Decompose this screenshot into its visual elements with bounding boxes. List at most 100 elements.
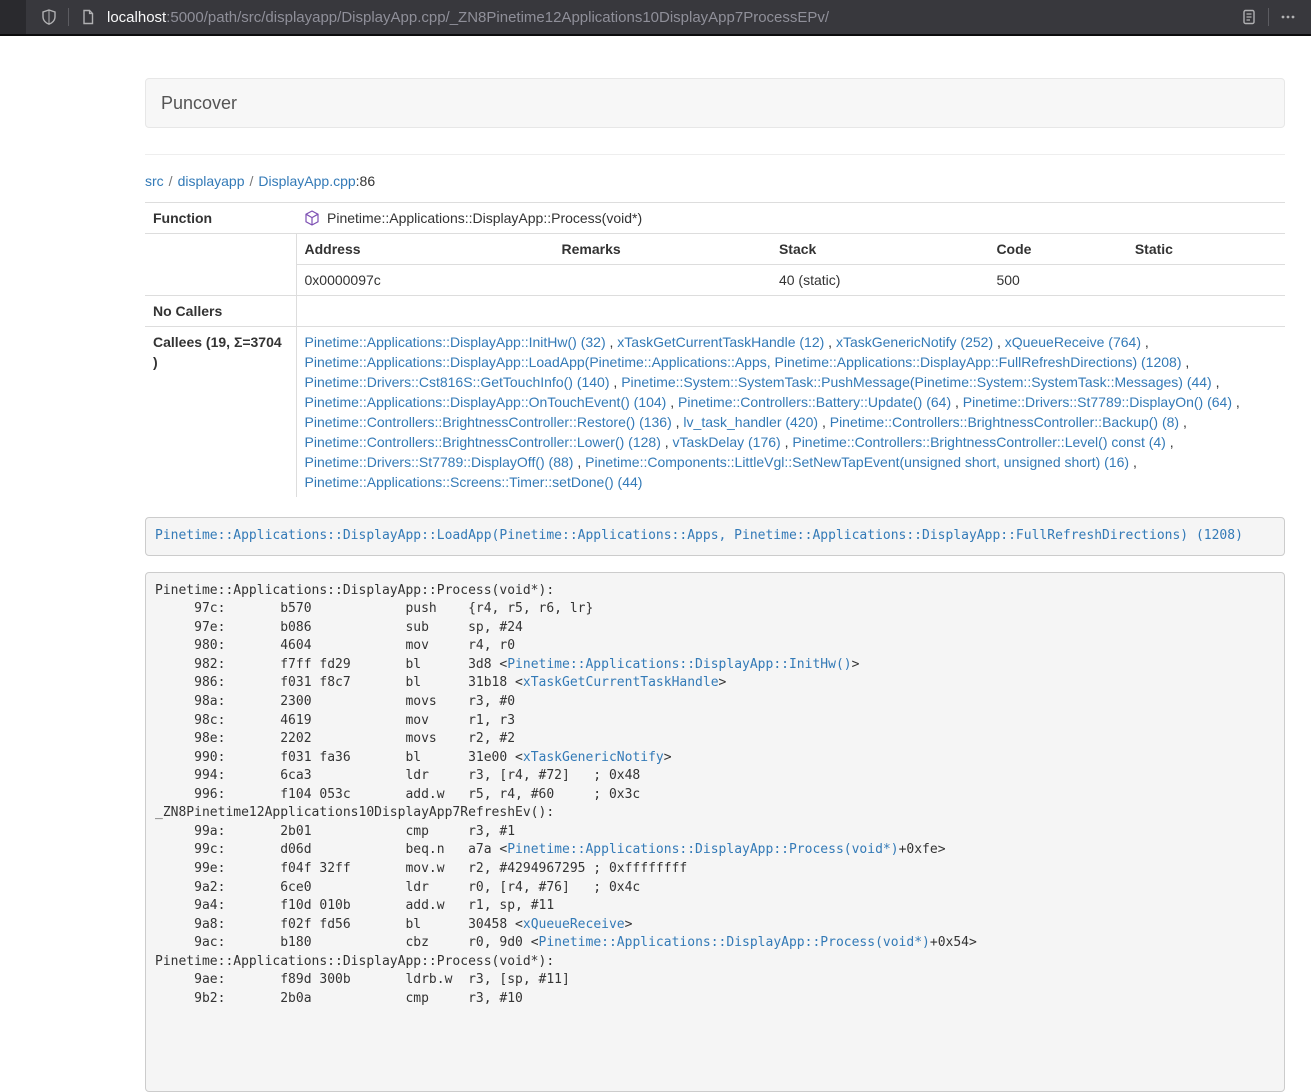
callee-link[interactable]: Pinetime::Controllers::BrightnessControl… — [305, 434, 661, 450]
asm-text: Pinetime::Applications::DisplayApp::Proc… — [155, 954, 554, 969]
asm-line: _ZN8Pinetime12Applications10DisplayApp7R… — [155, 804, 1275, 823]
asm-symbol-link[interactable]: Pinetime::Applications::DisplayApp::Init… — [507, 657, 851, 672]
asm-line: 98c: 4619 mov r1, r3 — [155, 712, 1275, 731]
asm-text: 99a: 2b01 cmp r3, #1 — [155, 824, 515, 839]
value-remarks — [554, 265, 771, 296]
asm-symbol-link[interactable]: xQueueReceive — [523, 917, 625, 932]
asm-text: 98e: 2202 movs r2, #2 — [155, 731, 515, 746]
asm-line: 990: f031 fa36 bl 31e00 <xTaskGenericNot… — [155, 749, 1275, 768]
col-code: Code — [988, 234, 1126, 265]
toolbar-left-edge — [0, 0, 26, 34]
asm-text: _ZN8Pinetime12Applications10DisplayApp7R… — [155, 805, 554, 820]
asm-line: 996: f104 053c add.w r5, r4, #60 ; 0x3c — [155, 786, 1275, 805]
asm-text: 9a8: f02f fd56 bl 30458 < — [155, 917, 523, 932]
callee-separator: , — [610, 374, 622, 390]
more-options-icon[interactable] — [1275, 4, 1301, 30]
asm-line: 98e: 2202 movs r2, #2 — [155, 730, 1275, 749]
col-static: Static — [1127, 234, 1285, 265]
asm-text: 9ac: b180 cbz r0, 9d0 < — [155, 935, 539, 950]
asm-text: +0xfe> — [899, 842, 946, 857]
asm-line: Pinetime::Applications::DisplayApp::Proc… — [155, 953, 1275, 972]
callee-link[interactable]: Pinetime::Drivers::St7789::DisplayOff() … — [305, 454, 574, 470]
col-remarks: Remarks — [554, 234, 771, 265]
callee-link[interactable]: Pinetime::Drivers::Cst816S::GetTouchInfo… — [305, 374, 610, 390]
function-name: Pinetime::Applications::DisplayApp::Proc… — [327, 208, 642, 228]
asm-line: 982: f7ff fd29 bl 3d8 <Pinetime::Applica… — [155, 656, 1275, 675]
breadcrumb-separator: / — [169, 173, 173, 189]
divider — [145, 154, 1285, 155]
asm-line: Pinetime::Applications::DisplayApp::Proc… — [155, 582, 1275, 601]
callee-link[interactable]: Pinetime::Applications::DisplayApp::OnTo… — [305, 394, 667, 410]
asm-text: 9b2: 2b0a cmp r3, #10 — [155, 991, 523, 1006]
col-stack: Stack — [771, 234, 988, 265]
browser-toolbar: localhost:5000/path/src/displayapp/Displ… — [0, 0, 1311, 36]
asm-text: > — [719, 675, 727, 690]
callee-separator: , — [672, 414, 684, 430]
callee-separator: , — [1129, 454, 1137, 470]
asm-symbol-link[interactable]: xTaskGenericNotify — [523, 750, 664, 765]
callee-link[interactable]: Pinetime::System::SystemTask::PushMessag… — [621, 374, 1212, 390]
asm-line: 97c: b570 push {r4, r5, r6, lr} — [155, 600, 1275, 619]
asm-line: 99c: d06d beq.n a7a <Pinetime::Applicati… — [155, 841, 1275, 860]
asm-text: 986: f031 f8c7 bl 31b18 < — [155, 675, 523, 690]
callee-link[interactable]: xQueueReceive (764) — [1005, 334, 1141, 350]
asm-line: 9a8: f02f fd56 bl 30458 <xQueueReceive> — [155, 916, 1275, 935]
metrics-header-row: Address Remarks Stack Code Static — [297, 234, 1286, 265]
callee-link[interactable]: Pinetime::Controllers::Battery::Update()… — [678, 394, 951, 410]
callee-link[interactable]: lv_task_handler (420) — [683, 414, 818, 430]
callees-list: Pinetime::Applications::DisplayApp::Init… — [296, 327, 1285, 498]
function-row: Function Pinetime::Applications::Display… — [145, 203, 1285, 234]
callee-link[interactable]: Pinetime::Controllers::BrightnessControl… — [830, 414, 1179, 430]
function-metrics-table: Address Remarks Stack Code Static 0x0000… — [297, 234, 1286, 295]
asm-text: +0x54> — [930, 935, 977, 950]
toolbar-separator — [1268, 8, 1269, 26]
callee-link[interactable]: Pinetime::Controllers::BrightnessControl… — [792, 434, 1165, 450]
callee-separator: , — [1232, 394, 1240, 410]
callee-separator: , — [951, 394, 963, 410]
asm-text: 990: f031 fa36 bl 31e00 < — [155, 750, 523, 765]
url-bar[interactable]: localhost:5000/path/src/displayapp/Displ… — [26, 0, 1311, 34]
col-address: Address — [297, 234, 554, 265]
asm-line: 9ae: f89d 300b ldrb.w r3, [sp, #11] — [155, 971, 1275, 990]
callee-separator: , — [1179, 414, 1187, 430]
loadapp-link[interactable]: Pinetime::Applications::DisplayApp::Load… — [155, 528, 1243, 543]
breadcrumb-link-displayapp[interactable]: displayapp — [178, 173, 245, 189]
brand-link[interactable]: Puncover — [146, 93, 252, 114]
breadcrumb-line-number: :86 — [356, 173, 375, 189]
toolbar-separator — [68, 8, 69, 26]
function-label: Function — [145, 203, 296, 234]
url-host: localhost — [107, 9, 166, 26]
asm-line: 9a4: f10d 010b add.w r1, sp, #11 — [155, 897, 1275, 916]
breadcrumb: src/displayapp/DisplayApp.cpp:86 — [145, 173, 1285, 189]
disassembly-block: Pinetime::Applications::DisplayApp::Proc… — [145, 572, 1285, 1092]
asm-text: > — [852, 657, 860, 672]
asm-text: Pinetime::Applications::DisplayApp::Proc… — [155, 583, 554, 598]
asm-text: 97c: b570 push {r4, r5, r6, lr} — [155, 601, 593, 616]
callee-separator: , — [1212, 374, 1220, 390]
asm-text: 994: 6ca3 ldr r3, [r4, #72] ; 0x48 — [155, 768, 640, 783]
url-text[interactable]: localhost:5000/path/src/displayapp/Displ… — [107, 9, 1236, 26]
page-info-icon[interactable] — [75, 4, 101, 30]
callee-separator: , — [993, 334, 1005, 350]
callee-link[interactable]: xTaskGetCurrentTaskHandle (12) — [617, 334, 824, 350]
asm-symbol-link[interactable]: Pinetime::Applications::DisplayApp::Proc… — [539, 935, 930, 950]
callee-link[interactable]: Pinetime::Applications::DisplayApp::Init… — [305, 334, 606, 350]
url-path: :5000/path/src/displayapp/DisplayApp.cpp… — [166, 9, 829, 26]
callee-link[interactable]: xTaskGenericNotify (252) — [836, 334, 993, 350]
callee-link[interactable]: vTaskDelay (176) — [673, 434, 781, 450]
shield-icon[interactable] — [36, 4, 62, 30]
callee-link[interactable]: Pinetime::Components::LittleVgl::SetNewT… — [585, 454, 1129, 470]
breadcrumb-link-src[interactable]: src — [145, 173, 164, 189]
metrics-value-row: 0x0000097c 40 (static) 500 — [297, 265, 1286, 296]
asm-symbol-link[interactable]: xTaskGetCurrentTaskHandle — [523, 675, 719, 690]
callee-link[interactable]: Pinetime::Applications::Screens::Timer::… — [305, 474, 643, 490]
asm-text: 98c: 4619 mov r1, r3 — [155, 713, 515, 728]
callee-link[interactable]: Pinetime::Drivers::St7789::DisplayOn() (… — [963, 394, 1232, 410]
callee-link[interactable]: Pinetime::Controllers::BrightnessControl… — [305, 414, 672, 430]
asm-line: 97e: b086 sub sp, #24 — [155, 619, 1275, 638]
asm-symbol-link[interactable]: Pinetime::Applications::DisplayApp::Proc… — [507, 842, 898, 857]
breadcrumb-link-file[interactable]: DisplayApp.cpp — [258, 173, 355, 189]
callee-link[interactable]: Pinetime::Applications::DisplayApp::Load… — [305, 354, 1182, 370]
value-code: 500 — [988, 265, 1126, 296]
reader-view-icon[interactable] — [1236, 4, 1262, 30]
